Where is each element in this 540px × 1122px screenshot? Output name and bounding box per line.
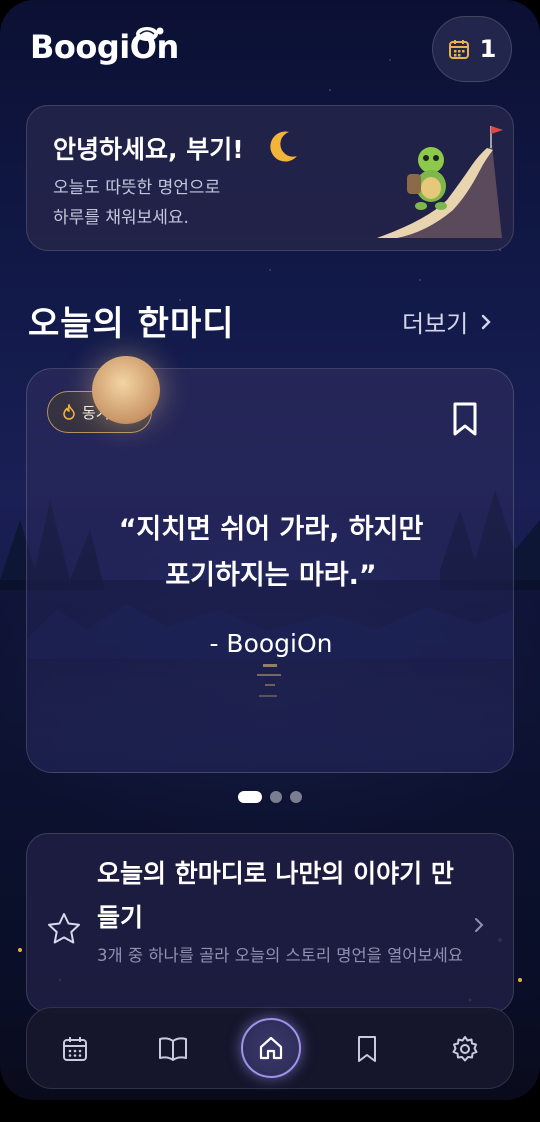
bottom-bezel: [0, 1100, 540, 1122]
quote-text: “지치면 쉬어 가라, 하지만 포기하지는 마라.”: [118, 514, 424, 591]
greeting-title: 안녕하세요, 부기!: [53, 135, 244, 164]
bookmark-icon[interactable]: [451, 401, 479, 437]
story-title: 오늘의 한마디로 나만의 이야기 만들기: [97, 859, 454, 932]
crescent-moon-icon: [270, 131, 297, 162]
turtle-logo-icon: [136, 27, 164, 41]
nav-bookmark[interactable]: [347, 1029, 387, 1069]
nav-home[interactable]: [241, 1018, 301, 1078]
chevron-right-icon: [475, 918, 484, 932]
calendar-icon: [63, 1037, 87, 1061]
story-subtitle: 3개 중 하나를 골라 오늘의 스토리 명언을 열어보세요: [97, 946, 463, 965]
app-screen: BoogiOn 1 안녕하세요, 부기! 오늘도 따뜻한 명언으로 하루를 채워…: [0, 0, 540, 1100]
turtle-climbing-illustration: [377, 126, 503, 238]
flame-icon: [63, 404, 75, 420]
calendar-icon: [448, 40, 469, 59]
streak-count: 1: [479, 35, 497, 63]
quote-card[interactable]: 동기부여 “지치면 쉬어 가라, 하지만 포기하지는 마라.” - BoogiO…: [26, 368, 514, 773]
chevron-right-icon: [482, 314, 491, 329]
book-icon: [159, 1037, 187, 1061]
calendar-streak-badge[interactable]: 1: [432, 16, 512, 82]
page-dot-active[interactable]: [238, 791, 262, 803]
home-icon: [259, 1036, 283, 1060]
bottom-navigation: [26, 1007, 514, 1089]
quote-author: - BoogiOn: [209, 629, 333, 658]
bookmark-icon: [358, 1036, 376, 1062]
see-more-link[interactable]: 더보기: [402, 304, 492, 339]
see-more-label: 더보기: [402, 310, 469, 338]
gear-icon: [452, 1036, 478, 1062]
greeting-subtitle: 오늘도 따뜻한 명언으로 하루를 채워보세요.: [53, 178, 221, 228]
carousel-pagination: [238, 791, 302, 803]
moon-decoration: [92, 356, 160, 424]
section-title: 오늘의 한마디: [28, 304, 235, 344]
nav-settings[interactable]: [445, 1029, 485, 1069]
page-dot[interactable]: [290, 791, 302, 803]
star-icon: [48, 913, 80, 944]
page-dot[interactable]: [270, 791, 282, 803]
nav-book[interactable]: [153, 1029, 193, 1069]
greeting-card: 안녕하세요, 부기! 오늘도 따뜻한 명언으로 하루를 채워보세요.: [26, 105, 514, 251]
nav-calendar[interactable]: [55, 1029, 95, 1069]
story-card[interactable]: 오늘의 한마디로 나만의 이야기 만들기 3개 중 하나를 골라 오늘의 스토리…: [26, 833, 514, 1013]
